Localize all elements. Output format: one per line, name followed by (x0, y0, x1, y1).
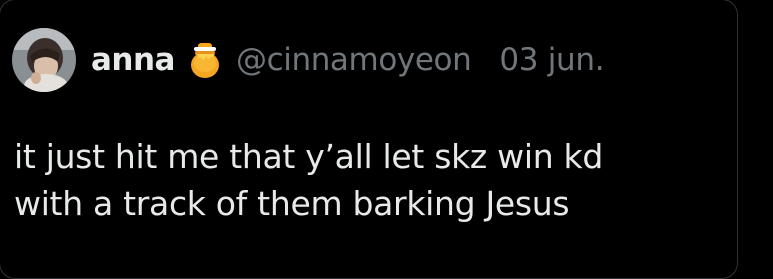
tweet-card[interactable]: anna @cinnamoyeon 03 jun. it just hit me… (0, 0, 738, 279)
tweet-text: it just hit me that y’all let skz win kd… (14, 133, 714, 227)
tweet-header: anna @cinnamoyeon 03 jun. (12, 28, 605, 92)
honey-pot-icon (187, 40, 223, 80)
author-handle[interactable]: @cinnamoyeon (236, 42, 472, 78)
tweet-text-line: with a track of them barking Jesus (14, 184, 570, 223)
avatar-icon (12, 28, 76, 92)
tweet-text-line: it just hit me that y’all let skz win kd (14, 137, 603, 176)
author-display-name[interactable]: anna (91, 42, 175, 78)
avatar[interactable] (12, 28, 76, 92)
tweet-date[interactable]: 03 jun. (499, 42, 604, 78)
